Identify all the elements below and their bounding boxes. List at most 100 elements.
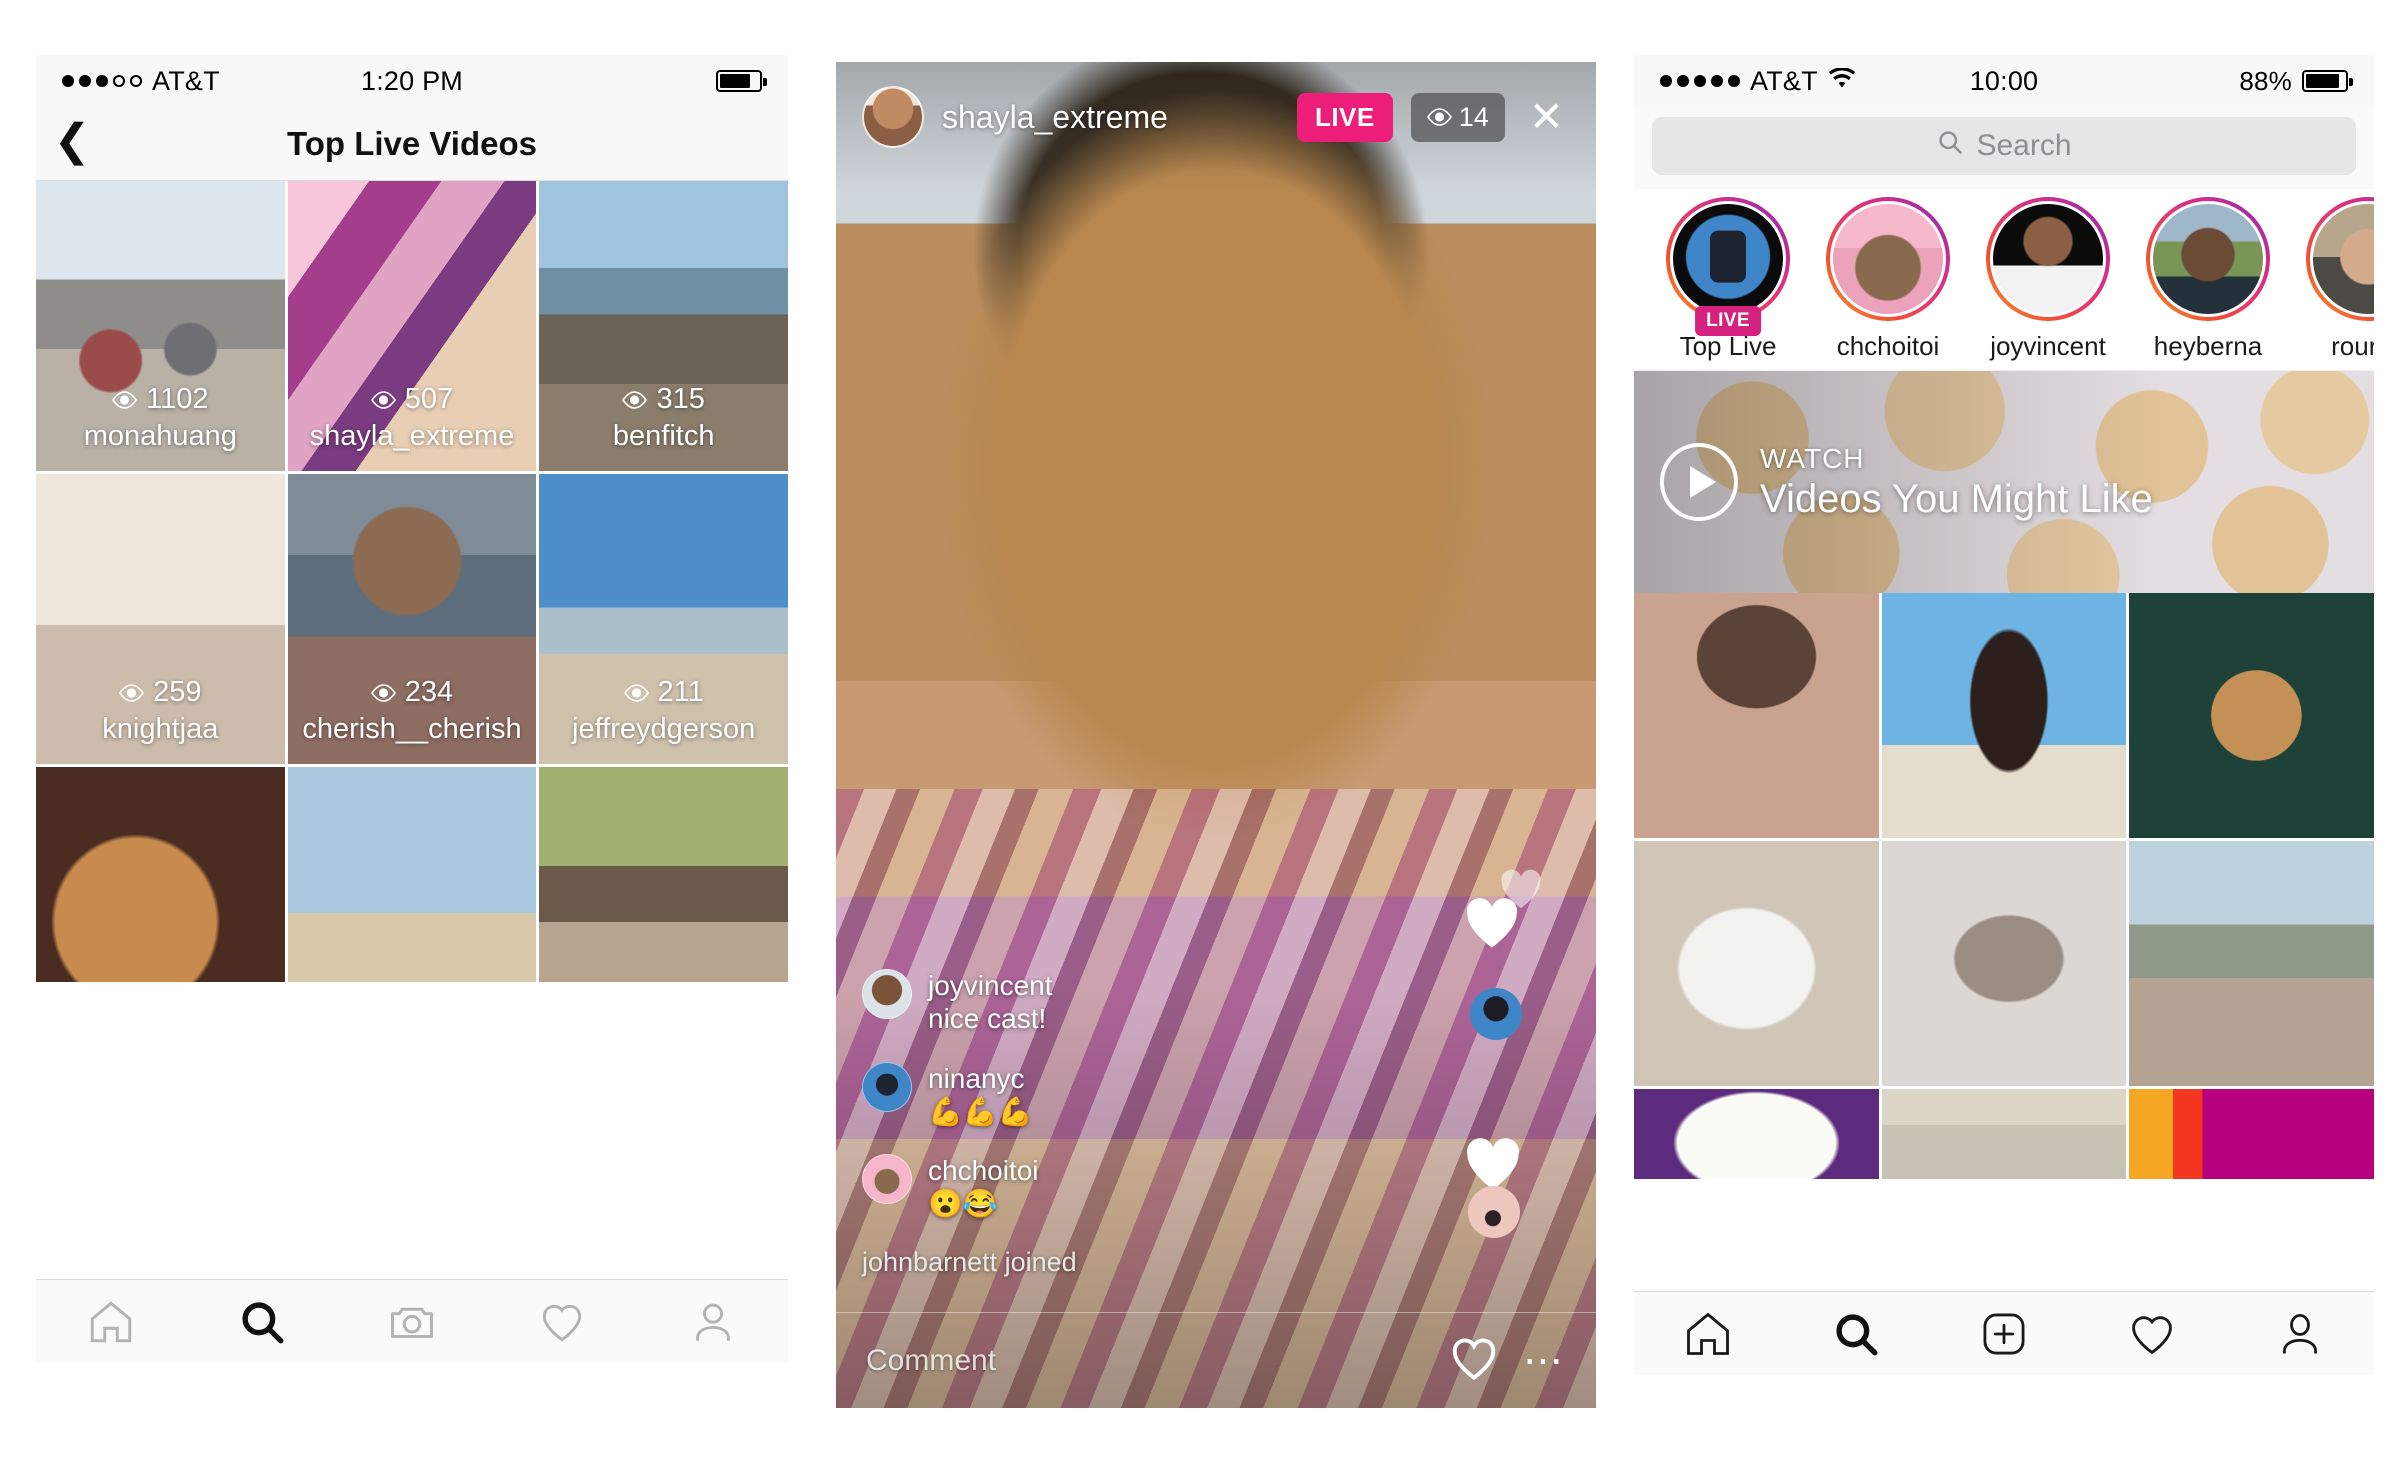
- close-icon[interactable]: ✕: [1523, 96, 1570, 138]
- live-video-tile[interactable]: 315 benfitch: [539, 181, 788, 471]
- camera-icon[interactable]: [385, 1295, 439, 1349]
- chevron-left-icon[interactable]: ❮: [36, 118, 108, 169]
- eye-icon: [1426, 108, 1452, 126]
- eye-icon: [119, 683, 145, 702]
- page-title: Top Live Videos: [287, 124, 537, 162]
- phone-live-broadcast: shayla_extreme LIVE 14 ✕ joyvincent nice…: [836, 62, 1596, 1408]
- phone-top-live-videos: AT&T 1:20 PM ❮ Top Live Videos 1102 mona…: [36, 55, 788, 1363]
- live-header: shayla_extreme LIVE 14 ✕: [836, 62, 1596, 172]
- eye-icon: [622, 390, 648, 409]
- live-video-username: jeffreydgerson: [572, 713, 756, 745]
- live-video-tile[interactable]: [36, 767, 285, 982]
- live-video-tile[interactable]: 259 knightjaa: [36, 474, 285, 764]
- broadcaster-username[interactable]: shayla_extreme: [942, 99, 1168, 136]
- comment-item: joyvincent nice cast!: [862, 969, 1332, 1036]
- status-bar-left: AT&T: [1660, 66, 1856, 97]
- phone-explore: AT&T 10:00 88% Search LIVE Top Live chch…: [1634, 55, 2374, 1375]
- explore-tile[interactable]: [1634, 1089, 1879, 1179]
- story-item-joyvincent[interactable]: joyvincent: [1968, 197, 2128, 362]
- live-video-tile[interactable]: 507 shayla_extreme: [287, 181, 537, 471]
- comment-username: ninanyc: [928, 1062, 1025, 1094]
- story-item-heyberna[interactable]: heyberna: [2128, 197, 2288, 362]
- explore-tile[interactable]: [1881, 593, 2127, 838]
- profile-icon[interactable]: [686, 1295, 740, 1349]
- search-placeholder: Search: [1976, 129, 2072, 162]
- viewer-count: 507: [370, 383, 453, 416]
- explore-tile[interactable]: [2129, 593, 2374, 838]
- live-video-tile[interactable]: [287, 767, 537, 982]
- live-video-tile[interactable]: 234 cherish__cherish: [287, 474, 537, 764]
- navigation-bar: ❮ Top Live Videos: [36, 107, 788, 181]
- story-item-top-live[interactable]: LIVE Top Live: [1648, 197, 1808, 362]
- home-icon[interactable]: [1681, 1307, 1735, 1361]
- tab-bar: [36, 1279, 788, 1363]
- story-label: chchoitoi: [1836, 331, 1940, 361]
- watch-title: Videos You Might Like: [1760, 476, 2153, 521]
- avatar[interactable]: [862, 86, 924, 148]
- status-bar-left: AT&T: [62, 66, 220, 97]
- comment-item: chchoitoi 😮😂: [862, 1154, 1332, 1221]
- more-options-icon[interactable]: ⋯: [1523, 1341, 1566, 1381]
- live-video-username: benfitch: [612, 420, 715, 452]
- live-video-tile[interactable]: 1102 monahuang: [36, 181, 285, 471]
- live-broadcast-screen: shayla_extreme LIVE 14 ✕ joyvincent nice…: [836, 62, 1596, 1408]
- story-label: heyberna: [2153, 331, 2263, 361]
- explore-tile[interactable]: [1881, 841, 2127, 1086]
- heart-icon[interactable]: [2125, 1307, 2179, 1361]
- live-badge: LIVE: [1296, 92, 1393, 142]
- join-notice: johnbarnett joined: [862, 1247, 1077, 1277]
- status-bar: AT&T 1:20 PM: [36, 55, 788, 107]
- stories-tray[interactable]: LIVE Top Live chchoitoi joyvincent heybe…: [1634, 189, 2374, 371]
- live-video-username: shayla_extreme: [309, 420, 515, 452]
- live-video-username: knightjaa: [102, 713, 219, 745]
- live-badge: LIVE: [1695, 306, 1761, 336]
- home-icon[interactable]: [84, 1295, 138, 1349]
- comment-text: nice cast!: [928, 1003, 1047, 1035]
- screenshot-stage: AT&T 1:20 PM ❮ Top Live Videos 1102 mona…: [0, 0, 2400, 1467]
- explore-tile[interactable]: [1634, 841, 1879, 1086]
- play-icon[interactable]: [1660, 443, 1738, 521]
- status-bar: AT&T 10:00 88%: [1634, 55, 2374, 107]
- explore-tile[interactable]: [1881, 1089, 2127, 1179]
- comment-input[interactable]: Comment: [866, 1344, 1425, 1378]
- eye-icon: [370, 683, 396, 702]
- viewer-count-badge: 14: [1410, 92, 1505, 142]
- comment-text: 😮😂: [928, 1188, 998, 1220]
- avatar[interactable]: [862, 1154, 912, 1205]
- viewer-count: 234: [370, 676, 453, 709]
- signal-strength-dots: [1660, 75, 1740, 87]
- comment-username: chchoitoi: [928, 1155, 1039, 1187]
- search-bar-container: Search: [1634, 107, 2374, 189]
- live-comment-bar: Comment ⋯: [836, 1312, 1596, 1408]
- status-bar-right: [716, 70, 767, 92]
- viewer-count: 315: [622, 383, 705, 416]
- profile-icon[interactable]: [2273, 1307, 2327, 1361]
- battery-icon: [2302, 70, 2353, 92]
- live-video-tile[interactable]: 211 jeffreydgerson: [539, 474, 788, 764]
- heart-icon[interactable]: [535, 1295, 589, 1349]
- search-icon[interactable]: [235, 1295, 289, 1349]
- eye-icon: [623, 683, 649, 702]
- comment-item: ninanyc 💪💪💪: [862, 1061, 1332, 1129]
- avatar[interactable]: [862, 969, 912, 1020]
- watch-banner[interactable]: WATCH Videos You Might Like: [1634, 371, 2374, 593]
- story-item-rourke[interactable]: rourke: [2288, 197, 2374, 362]
- viewer-count: 1102: [112, 383, 209, 416]
- viewer-count: 259: [119, 676, 202, 709]
- viewer-count-value: 14: [1458, 101, 1489, 132]
- eye-icon: [112, 390, 138, 409]
- explore-tile[interactable]: [2129, 1089, 2374, 1179]
- viewer-count: 211: [623, 676, 704, 709]
- explore-tile[interactable]: [2129, 841, 2374, 1086]
- carrier-label: AT&T: [152, 65, 220, 96]
- story-item-chchoitoi[interactable]: chchoitoi: [1808, 197, 1968, 362]
- search-icon[interactable]: [1829, 1307, 1883, 1361]
- avatar[interactable]: [862, 1061, 912, 1112]
- live-video-tile[interactable]: [539, 767, 788, 982]
- explore-tile[interactable]: [1634, 593, 1879, 838]
- live-video-username: monahuang: [83, 420, 237, 452]
- heart-icon[interactable]: [1449, 1335, 1499, 1386]
- new-post-icon[interactable]: [1977, 1307, 2031, 1361]
- story-label: rourke: [2331, 331, 2374, 361]
- search-input[interactable]: Search: [1652, 117, 2356, 175]
